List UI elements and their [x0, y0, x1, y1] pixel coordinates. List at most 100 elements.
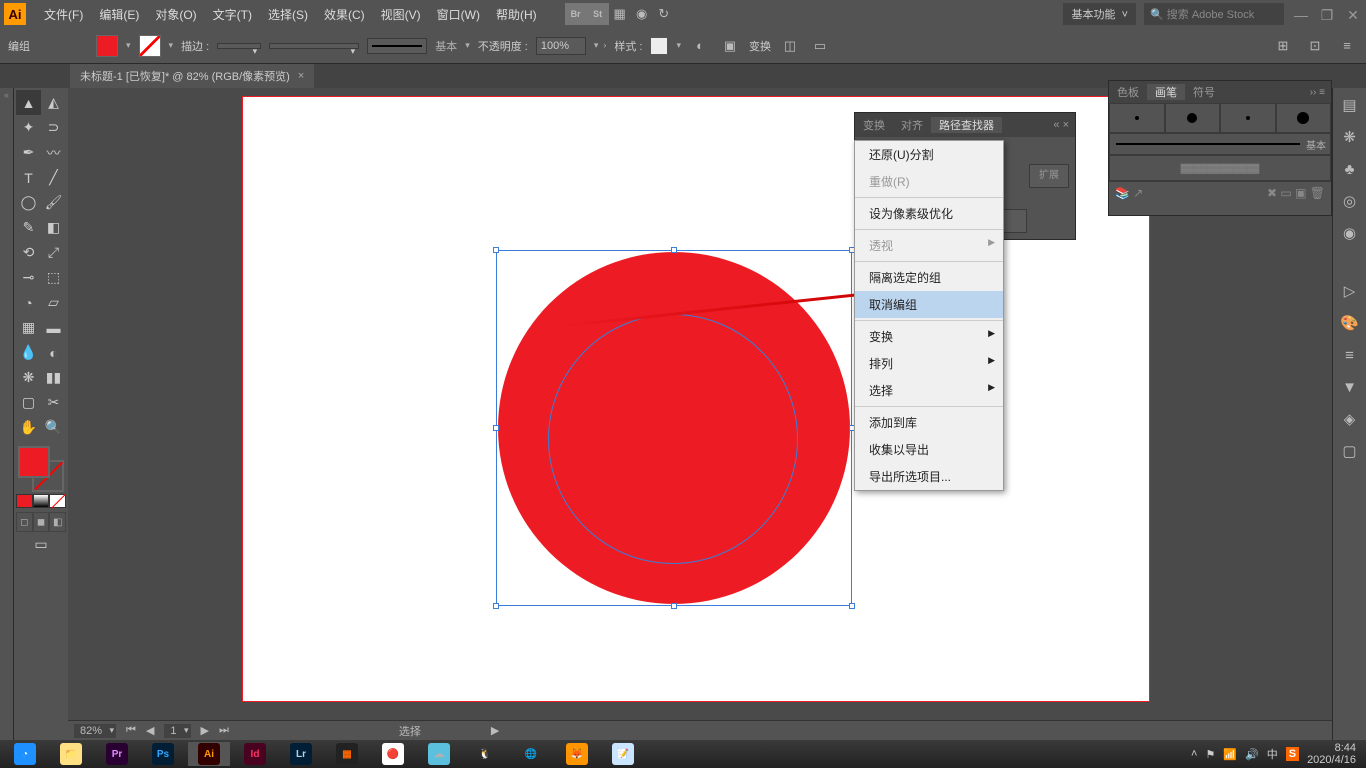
nav-prev-icon[interactable]: ◀: [146, 724, 154, 737]
tray-network-icon[interactable]: 📶: [1223, 748, 1237, 761]
ctx-ungroup[interactable]: 取消编组: [855, 291, 1003, 318]
brushes-tab[interactable]: 画笔: [1147, 84, 1185, 100]
properties-panel-icon[interactable]: ▤: [1337, 92, 1363, 118]
menu-effect[interactable]: 效果(C): [316, 6, 373, 23]
workspace-dropdown[interactable]: 基本功能 ˅: [1063, 3, 1136, 25]
taskbar-app2[interactable]: 🔴: [372, 742, 414, 766]
sync-icon[interactable]: ↻: [653, 3, 675, 25]
taskbar-chrome[interactable]: 🌐: [510, 742, 552, 766]
menu-object[interactable]: 对象(O): [147, 6, 204, 23]
tray-ime-icon[interactable]: 中: [1267, 746, 1278, 762]
basic-brush-row[interactable]: 基本: [1109, 133, 1331, 155]
type-tool[interactable]: T: [16, 165, 41, 190]
window-close[interactable]: ✕: [1344, 7, 1362, 21]
direct-selection-tool[interactable]: ◭: [41, 90, 66, 115]
brush-swatch-3[interactable]: [1220, 103, 1276, 133]
artboard-tool[interactable]: ▢: [16, 390, 41, 415]
column-graph-tool[interactable]: ▮▮: [41, 365, 66, 390]
taskbar-qq[interactable]: 🐧: [464, 742, 506, 766]
cc-panel-icon[interactable]: ◎: [1337, 188, 1363, 214]
gradient-tool[interactable]: ▬: [41, 315, 66, 340]
transform-tab[interactable]: 变换: [855, 117, 893, 133]
tray-volume-icon[interactable]: 🔊: [1245, 748, 1259, 761]
shape-builder-tool[interactable]: ◔: [16, 290, 41, 315]
transform-link[interactable]: 变换: [749, 38, 771, 54]
stroke-weight-dropdown[interactable]: [217, 43, 261, 49]
brushes-panel[interactable]: 色板 画笔 符号 ›› ≡ 基本 ▓▓▓▓▓▓▓▓▓▓▓▓ 📚 ↗ ✖ ▭ ▣ …: [1108, 80, 1332, 216]
fill-big-swatch[interactable]: [18, 446, 50, 478]
brush-options-icon[interactable]: ▭: [1280, 186, 1291, 200]
brush-delete-icon[interactable]: 🗑: [1310, 186, 1325, 200]
prefs-icon[interactable]: ≡: [1336, 35, 1358, 57]
swatches-tab[interactable]: 色板: [1109, 84, 1147, 100]
menu-edit[interactable]: 编辑(E): [91, 6, 147, 23]
expand-button[interactable]: 扩展: [1029, 164, 1069, 188]
magic-wand-tool[interactable]: ✦: [16, 115, 41, 140]
libraries-panel-icon[interactable]: ❋: [1337, 124, 1363, 150]
recolor-icon[interactable]: ◐: [689, 35, 711, 57]
ctx-select[interactable]: 选择▶: [855, 377, 1003, 404]
brush-def-dropdown[interactable]: [367, 38, 427, 54]
layers-panel-icon[interactable]: ▷: [1337, 278, 1363, 304]
ctx-pixel-optimize[interactable]: 设为像素级优化: [855, 200, 1003, 227]
scale-tool[interactable]: ⤢: [41, 240, 66, 265]
menu-select[interactable]: 选择(S): [260, 6, 316, 23]
tray-sogou-icon[interactable]: S: [1286, 747, 1299, 761]
taskbar-browser[interactable]: ◔: [4, 742, 46, 766]
taskbar-app3[interactable]: ☁: [418, 742, 460, 766]
bridge-icon[interactable]: Br: [565, 3, 587, 25]
pen-tool[interactable]: ✒: [16, 140, 41, 165]
isolate-icon[interactable]: ◫: [779, 35, 801, 57]
swatches-panel-icon[interactable]: 🎨: [1337, 310, 1363, 336]
vwidth-dropdown[interactable]: [269, 43, 359, 49]
taskbar-premiere[interactable]: Pr: [96, 742, 138, 766]
color-mode-swatches[interactable]: [16, 494, 66, 508]
hand-tool[interactable]: ✋: [16, 415, 41, 440]
mesh-tool[interactable]: ▦: [16, 315, 41, 340]
nav-next-icon[interactable]: ▶: [201, 724, 209, 737]
brush-swatch-4[interactable]: [1276, 103, 1332, 133]
mask-icon[interactable]: ▭: [809, 35, 831, 57]
tray-flag-icon[interactable]: ⚑: [1205, 748, 1215, 761]
window-restore[interactable]: ❐: [1318, 7, 1336, 21]
menu-help[interactable]: 帮助(H): [488, 6, 545, 23]
blend-tool[interactable]: ◐: [41, 340, 66, 365]
fill-color-swatch[interactable]: [96, 35, 118, 57]
brush-swatch-2[interactable]: [1165, 103, 1221, 133]
status-scroll-right-icon[interactable]: ▶: [491, 724, 499, 737]
ctx-undo[interactable]: 还原(U)分割: [855, 141, 1003, 168]
lasso-tool[interactable]: ⊃: [41, 115, 66, 140]
selection-tool[interactable]: ▲: [16, 90, 41, 115]
line-tool[interactable]: ╱: [41, 165, 66, 190]
eraser-tool[interactable]: ◧: [41, 215, 66, 240]
selection-bounding-box[interactable]: [496, 250, 852, 606]
align-tab[interactable]: 对齐: [893, 117, 931, 133]
panel-expand-icon[interactable]: ›› ≡: [1304, 87, 1331, 98]
panel-close-icon[interactable]: « ×: [1047, 119, 1075, 131]
taskbar-app1[interactable]: ▦: [326, 742, 368, 766]
taskbar-firefox[interactable]: 🦊: [556, 742, 598, 766]
transparency-panel-icon[interactable]: ◈: [1337, 406, 1363, 432]
brush-lib-icon[interactable]: 📚 ↗: [1115, 186, 1143, 200]
taskbar-illustrator[interactable]: Ai: [188, 742, 230, 766]
graphic-style-swatch[interactable]: [650, 37, 668, 55]
gradient-panel-icon[interactable]: ▼: [1337, 374, 1363, 400]
ctx-isolate-group[interactable]: 隔离选定的组: [855, 264, 1003, 291]
zoom-level-dropdown[interactable]: 82%: [74, 724, 116, 738]
opacity-input[interactable]: [536, 37, 586, 55]
taskbar-photoshop[interactable]: Ps: [142, 742, 184, 766]
menu-type[interactable]: 文字(T): [205, 6, 260, 23]
pattern-brush-row[interactable]: ▓▓▓▓▓▓▓▓▓▓▓▓: [1109, 155, 1331, 181]
rotate-tool[interactable]: ⟲: [16, 240, 41, 265]
taskbar-clock[interactable]: 8:44 2020/4/16: [1307, 742, 1362, 766]
slice-tool[interactable]: ✂: [41, 390, 66, 415]
nav-last-icon[interactable]: ⏭: [219, 724, 229, 737]
free-transform-tool[interactable]: ⬚: [41, 265, 66, 290]
eyedropper-tool[interactable]: 💧: [16, 340, 41, 365]
ctx-export-selection[interactable]: 导出所选项目...: [855, 463, 1003, 490]
symbol-sprayer-tool[interactable]: ❋: [16, 365, 41, 390]
fill-stroke-picker[interactable]: [16, 444, 66, 494]
gpu-icon[interactable]: ◉: [631, 3, 653, 25]
document-tab[interactable]: 未标题-1 [已恢复]* @ 82% (RGB/像素预览) ×: [70, 64, 314, 88]
window-minimize[interactable]: —: [1292, 7, 1310, 21]
